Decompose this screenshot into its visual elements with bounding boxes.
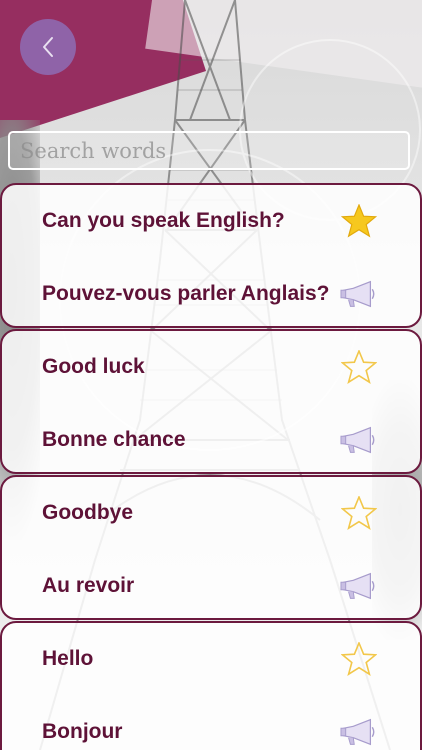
phrase-english-text: Hello bbox=[42, 647, 94, 670]
megaphone-icon bbox=[340, 572, 375, 600]
phrase-row-english[interactable]: Can you speak English? bbox=[2, 185, 420, 257]
phrase-card: Can you speak English? Pouvez-vous parle… bbox=[0, 183, 422, 328]
phrase-row-french[interactable]: Au revoir bbox=[2, 550, 420, 622]
phrase-french-text: Au revoir bbox=[42, 574, 135, 597]
phrase-row-french[interactable]: Bonne chance bbox=[2, 404, 420, 476]
phrase-card: Good luck Bonne chance bbox=[0, 329, 422, 474]
favorite-button[interactable] bbox=[340, 494, 378, 532]
speak-button[interactable] bbox=[340, 567, 378, 605]
star-filled-icon bbox=[341, 204, 377, 238]
speak-button[interactable] bbox=[340, 713, 378, 750]
phrase-row-french[interactable]: Bonjour bbox=[2, 696, 420, 750]
phrase-card: Goodbye Au revoir bbox=[0, 475, 422, 620]
phrase-french-text: Bonne chance bbox=[42, 428, 186, 451]
favorite-button[interactable] bbox=[340, 202, 378, 240]
phrase-english-text: Can you speak English? bbox=[42, 209, 285, 232]
phrase-english-text: Good luck bbox=[42, 355, 145, 378]
phrase-row-english[interactable]: Good luck bbox=[2, 331, 420, 403]
favorite-button[interactable] bbox=[340, 640, 378, 678]
phrase-row-english[interactable]: Hello bbox=[2, 623, 420, 695]
phrase-row-english[interactable]: Goodbye bbox=[2, 477, 420, 549]
star-outline-icon bbox=[341, 642, 377, 676]
favorite-button[interactable] bbox=[340, 348, 378, 386]
megaphone-icon bbox=[340, 280, 375, 308]
star-outline-icon bbox=[341, 350, 377, 384]
speak-button[interactable] bbox=[340, 275, 378, 313]
star-outline-icon bbox=[341, 496, 377, 530]
phrase-row-french[interactable]: Pouvez-vous parler Anglais? bbox=[2, 258, 420, 330]
phrase-french-text: Bonjour bbox=[42, 720, 123, 743]
megaphone-icon bbox=[340, 426, 375, 454]
phrase-card: Hello Bonjour bbox=[0, 621, 422, 750]
chevron-left-icon bbox=[43, 37, 53, 57]
phrase-french-text: Pouvez-vous parler Anglais? bbox=[42, 282, 330, 305]
back-button[interactable] bbox=[20, 19, 76, 75]
megaphone-icon bbox=[340, 718, 375, 746]
speak-button[interactable] bbox=[340, 421, 378, 459]
search-input[interactable] bbox=[8, 131, 410, 170]
phrase-english-text: Goodbye bbox=[42, 501, 134, 524]
